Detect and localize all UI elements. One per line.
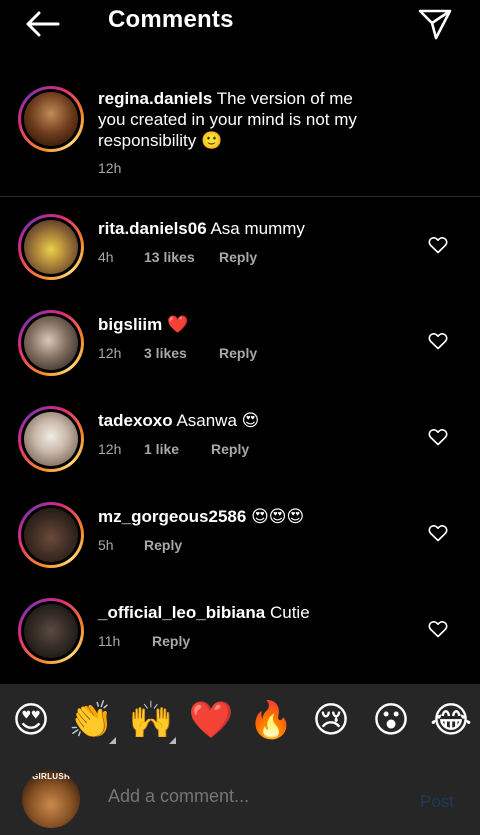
caption-line-3: responsibility 🙂	[98, 131, 223, 150]
comment-input[interactable]	[108, 786, 388, 807]
avatar-label: GIRLUSH	[32, 772, 71, 781]
reply-button[interactable]: Reply	[152, 633, 190, 649]
comment-time: 12h	[98, 441, 122, 457]
comment-username[interactable]: mz_gorgeous2586	[98, 507, 246, 526]
comment-text: 😍😍😍	[251, 507, 305, 526]
skin-tone-indicator-icon	[169, 737, 176, 744]
comment-username[interactable]: tadexoxo	[98, 411, 173, 430]
comment-likes[interactable]: 3 likes	[144, 345, 219, 361]
reply-button[interactable]: Reply	[211, 441, 249, 457]
caption-line-1: The version of me	[216, 89, 353, 108]
comment-likes[interactable]: 13 likes	[144, 249, 219, 265]
clapping-hands-emoji-glyph: 👏	[68, 700, 114, 741]
reply-button[interactable]: Reply	[144, 537, 182, 553]
comment-composer: GIRLUSH Post	[0, 764, 480, 835]
heart-eyes-emoji[interactable]: 😍	[8, 698, 54, 744]
tears-of-joy-emoji[interactable]: 😂	[428, 698, 474, 744]
avatar[interactable]	[18, 598, 84, 664]
heart-icon[interactable]	[428, 620, 448, 638]
back-arrow-icon[interactable]	[24, 10, 60, 38]
raising-hands-emoji[interactable]: 🙌	[128, 698, 176, 744]
heart-icon[interactable]	[428, 332, 448, 350]
comment-time: 4h	[98, 249, 114, 265]
caption-line-2: you created in your mind is not my	[98, 110, 357, 129]
raising-hands-emoji-glyph: 🙌	[128, 700, 174, 741]
post-button[interactable]: Post	[420, 792, 454, 812]
comment-text: ❤️	[166, 315, 189, 334]
heart-icon[interactable]	[428, 524, 448, 542]
crying-face-emoji[interactable]: 😢	[308, 698, 354, 744]
comment-username[interactable]: bigsliim	[98, 315, 162, 334]
clapping-hands-emoji[interactable]: 👏	[68, 698, 116, 744]
header-bar: Comments	[0, 0, 480, 48]
page-title: Comments	[108, 6, 234, 33]
skin-tone-indicator-icon	[109, 737, 116, 744]
avatar[interactable]	[18, 502, 84, 568]
reply-button[interactable]: Reply	[219, 249, 257, 265]
comment-username[interactable]: _official_leo_bibiana	[98, 603, 265, 622]
reply-button[interactable]: Reply	[219, 345, 257, 361]
comment-time: 12h	[98, 345, 122, 361]
comment-time: 5h	[98, 537, 114, 553]
direct-message-icon[interactable]	[418, 8, 452, 40]
comment-text: Asanwa 😍	[176, 411, 260, 430]
red-heart-emoji[interactable]: ❤️	[188, 698, 234, 744]
divider	[0, 196, 480, 197]
caption-username[interactable]: regina.daniels	[98, 89, 212, 108]
surprised-face-emoji[interactable]: 😮	[368, 698, 414, 744]
post-caption: regina.daniels The version of me you cre…	[0, 84, 480, 196]
caption-time: 12h	[98, 160, 122, 176]
comment-time: 11h	[98, 633, 121, 649]
comment-text: Asa mummy	[210, 219, 305, 238]
avatar[interactable]	[18, 406, 84, 472]
avatar: GIRLUSH	[22, 770, 80, 828]
comment-likes[interactable]: 1 like	[144, 441, 211, 457]
heart-icon[interactable]	[428, 236, 448, 254]
comment-text: Cutie	[269, 603, 310, 622]
heart-icon[interactable]	[428, 428, 448, 446]
emoji-quick-bar: 😍 👏 🙌 ❤️ 🔥 😢 😮 😂	[0, 684, 480, 764]
fire-emoji[interactable]: 🔥	[248, 698, 294, 744]
avatar[interactable]	[18, 86, 84, 152]
avatar[interactable]	[18, 214, 84, 280]
comment-username[interactable]: rita.daniels06	[98, 219, 207, 238]
avatar[interactable]	[18, 310, 84, 376]
